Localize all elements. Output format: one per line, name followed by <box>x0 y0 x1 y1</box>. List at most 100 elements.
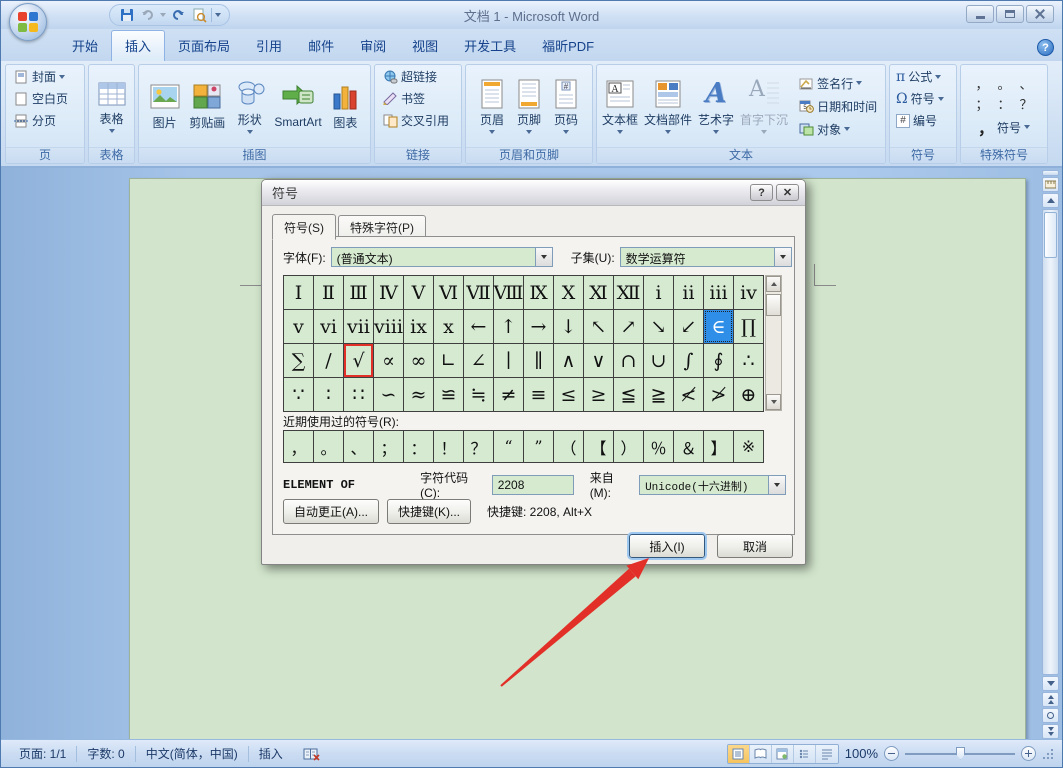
symbol-cell[interactable]: ≥ <box>584 378 613 411</box>
save-icon[interactable] <box>118 6 136 24</box>
symbol-cell[interactable]: 】 <box>704 431 733 462</box>
signature-line-button[interactable]: 签名行 <box>796 74 879 93</box>
header-button[interactable]: 页眉 <box>478 76 506 137</box>
symbol-cell[interactable]: ； <box>374 431 403 462</box>
symbol-cell[interactable]: ： <box>404 431 433 462</box>
dialog-title-bar[interactable]: 符号 ? ✕ <box>262 180 805 206</box>
autocorrect-button[interactable]: 自动更正(A)... <box>283 499 379 524</box>
cross-reference-button[interactable]: 交叉引用 <box>380 111 451 130</box>
symbol-cell[interactable]: ∶ <box>314 378 343 411</box>
symbol-cell[interactable]: ∴ <box>734 344 763 377</box>
tab-mailings[interactable]: 邮件 <box>295 31 347 61</box>
symbol-cell[interactable]: Ⅱ <box>314 276 343 309</box>
character-code-input[interactable] <box>492 475 574 495</box>
symbol-cell[interactable]: Ⅷ <box>494 276 523 309</box>
shortcut-key-button[interactable]: 快捷键(K)... <box>387 499 471 524</box>
symbol-cell[interactable]: ≧ <box>644 378 673 411</box>
customize-qat-icon[interactable] <box>215 13 221 17</box>
special-symbol-more-button[interactable]: ， 符号 <box>978 115 1030 139</box>
symbol-cell[interactable]: ％ <box>644 431 673 462</box>
symbol-cell[interactable]: ” <box>524 431 553 462</box>
next-page-button[interactable] <box>1042 724 1059 739</box>
select-browse-object-button[interactable] <box>1042 708 1059 723</box>
symbol-cell[interactable]: ∟ <box>434 344 463 377</box>
quick-parts-button[interactable]: 文档部件 <box>642 76 694 137</box>
page-break-button[interactable]: 分页 <box>11 111 58 130</box>
symbol-cell[interactable]: 【 <box>584 431 613 462</box>
zoom-in-button[interactable] <box>1021 746 1036 761</box>
tab-review[interactable]: 审阅 <box>347 31 399 61</box>
scroll-down-button[interactable] <box>1042 676 1059 691</box>
symbol-cell[interactable]: ∫ <box>674 344 703 377</box>
dialog-help-button[interactable]: ? <box>750 184 773 201</box>
smartart-button[interactable]: SmartArt <box>272 80 323 132</box>
symbol-cell[interactable]: ∑ <box>284 344 313 377</box>
ruler-toggle-button[interactable] <box>1042 177 1059 192</box>
symbol-cell[interactable]: ≌ <box>434 378 463 411</box>
symbol-cell[interactable]: Ⅶ <box>464 276 493 309</box>
symbol-cell[interactable]: ⅵ <box>314 310 343 343</box>
subset-dropdown-button[interactable] <box>774 248 791 266</box>
symbol-cell[interactable]: “ <box>494 431 523 462</box>
symbol-cell[interactable]: 、 <box>344 431 373 462</box>
group-label-symbols[interactable]: 符号 <box>890 147 956 163</box>
table-button[interactable]: 表格 <box>95 77 129 136</box>
print-preview-icon[interactable] <box>190 6 208 24</box>
special-char-button[interactable]: 、 <box>1015 73 1037 93</box>
symbol-cell[interactable]: ⅳ <box>734 276 763 309</box>
symbol-cell[interactable]: ⅱ <box>674 276 703 309</box>
symbol-cell[interactable]: ∩ <box>614 344 643 377</box>
symbol-cell[interactable]: ↙ <box>674 310 703 343</box>
symbol-cell[interactable]: ↗ <box>614 310 643 343</box>
symbol-cell[interactable]: ← <box>464 310 493 343</box>
blank-page-button[interactable]: 空白页 <box>11 89 70 108</box>
split-handle[interactable] <box>1042 170 1059 176</box>
language-indicator[interactable]: 中文(简体，中国) <box>136 745 248 763</box>
tab-developer[interactable]: 开发工具 <box>451 31 529 61</box>
symbol-cell[interactable]: Ⅰ <box>284 276 313 309</box>
symbol-cell[interactable]: ⅴ <box>284 310 313 343</box>
special-char-button[interactable]: ？ <box>1015 93 1037 113</box>
zoom-out-button[interactable] <box>884 746 899 761</box>
group-label-text[interactable]: 文本 <box>597 147 885 163</box>
group-label-special-symbols[interactable]: 特殊符号 <box>961 147 1047 163</box>
from-combobox[interactable]: Unicode(十六进制) <box>639 475 786 495</box>
symbol-cell[interactable]: ≤ <box>554 378 583 411</box>
symbol-cell[interactable]: ⅶ <box>344 310 373 343</box>
symbol-cell[interactable]: ∪ <box>644 344 673 377</box>
previous-page-button[interactable] <box>1042 692 1059 707</box>
font-combobox[interactable]: (普通文本) <box>331 247 553 267</box>
symbol-cell[interactable]: （ <box>554 431 583 462</box>
symbol-cell[interactable]: ∕ <box>314 344 343 377</box>
insert-mode-indicator[interactable]: 插入 <box>249 745 293 763</box>
symbol-button[interactable]: Ω 符号 <box>894 89 946 108</box>
grid-scrollbar-track[interactable] <box>766 292 781 394</box>
equation-button[interactable]: π 公式 <box>894 67 943 86</box>
help-button[interactable]: ? <box>1037 39 1054 56</box>
maximize-button[interactable] <box>996 5 1024 23</box>
group-label-header-footer[interactable]: 页眉和页脚 <box>466 147 592 163</box>
symbol-cell[interactable]: ∥ <box>524 344 553 377</box>
tab-references[interactable]: 引用 <box>243 31 295 61</box>
symbol-cell[interactable]: ↑ <box>494 310 523 343</box>
group-label-illustrations[interactable]: 插图 <box>139 147 370 163</box>
footer-button[interactable]: 页脚 <box>515 76 543 137</box>
page-indicator[interactable]: 页面: 1/1 <box>9 745 76 763</box>
scrollbar-track[interactable] <box>1042 209 1059 675</box>
clipart-button[interactable]: 剪贴画 <box>187 79 227 134</box>
symbol-cell[interactable]: ∽ <box>374 378 403 411</box>
symbol-cell[interactable]: ， <box>284 431 313 462</box>
symbol-cell[interactable]: ≦ <box>614 378 643 411</box>
symbol-cell[interactable]: Ⅻ <box>614 276 643 309</box>
wordart-button[interactable]: A 艺术字 <box>696 76 736 137</box>
grid-scroll-up-button[interactable] <box>766 276 781 292</box>
symbol-cell[interactable]: ⅲ <box>704 276 733 309</box>
object-button[interactable]: 对象 <box>796 120 879 139</box>
symbol-cell[interactable]: ） <box>614 431 643 462</box>
page-number-button[interactable]: # 页码 <box>552 76 580 137</box>
draft-view-button[interactable] <box>816 745 838 763</box>
redo-icon[interactable] <box>169 6 187 24</box>
outline-view-button[interactable] <box>794 745 816 763</box>
symbol-cell[interactable]: ∣ <box>494 344 523 377</box>
tab-page-layout[interactable]: 页面布局 <box>165 31 243 61</box>
